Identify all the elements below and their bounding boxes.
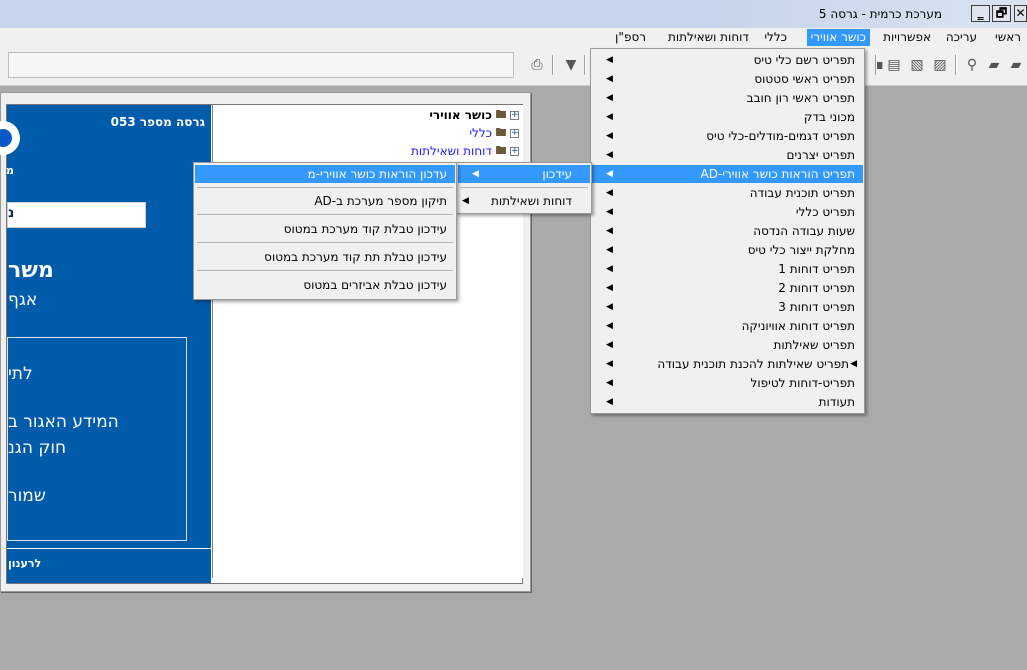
print-icon[interactable]: ⎙ <box>526 54 548 76</box>
logo-text: מ <box>6 164 14 177</box>
menu-item-hobby-pilot[interactable]: תפריט ראשי רון חובב ◀ <box>592 89 863 107</box>
submenu-arrow-icon: ◀ <box>606 245 613 255</box>
notice-line: לתי <box>8 364 33 384</box>
close-button[interactable]: ✕ <box>1014 5 1027 22</box>
menu-item-ad[interactable]: תפריט הוראות כושר אווירי-AD ◀ <box>592 165 863 183</box>
submenu-arrow-icon: ◀ <box>606 340 613 350</box>
restore-button[interactable]: 🗗 <box>992 5 1011 22</box>
menu-item-reports-2[interactable]: תפריט דוחות 2 ◀ <box>592 279 863 297</box>
minimize-button[interactable]: ‗ <box>971 5 990 22</box>
open-folder-icon[interactable]: ▰ <box>983 54 1005 76</box>
submenu-arrow-icon: ◀ <box>606 169 613 179</box>
submenu-arrow-icon: ◀ <box>606 264 613 274</box>
menu-item-test-institutes[interactable]: מכוני בדק ◀ <box>592 108 863 126</box>
folder-icon: 🖿 <box>495 108 507 121</box>
menu-item-production[interactable]: מחלקת ייצור כלי טיס ◀ <box>592 241 863 259</box>
submenu-arrow-icon: ◀ <box>606 74 613 84</box>
menu-separator <box>197 214 453 215</box>
submenu-arrow-icon: ◀ <box>606 302 613 312</box>
org-name-text: נ <box>8 205 15 221</box>
submenu-arrow-icon: ◀ <box>606 150 613 160</box>
submenu-item-subsystem-code-table[interactable]: עידכון טבלת תת קוד מערכת במטוס <box>195 248 455 266</box>
menu-separator <box>197 242 453 243</box>
toolbar-separator <box>955 55 957 75</box>
version-label: גרסה מספר 053 <box>110 115 205 129</box>
tree-item-general[interactable]: כללי <box>469 125 492 141</box>
filter-icon[interactable]: ▼ <box>560 54 582 76</box>
menu-reports-queries[interactable]: דוחות ושאילתות <box>664 29 753 46</box>
submenu-arrow-icon: ◀ <box>606 207 613 217</box>
menu-item-certificates[interactable]: תעודות ◀ <box>592 393 863 411</box>
menu-item-avionics-reports[interactable]: תפריט דוחות אוויוניקה ◀ <box>592 317 863 335</box>
notice-line: חוק הגנ <box>8 438 67 458</box>
menu-airworthiness[interactable]: כושר אווירי <box>806 29 870 46</box>
menu-bar <box>0 28 1027 47</box>
ministry-subtitle: אגף <box>8 290 38 310</box>
folder-icon: 🖿 <box>495 144 507 157</box>
org-name-box <box>7 202 146 228</box>
menu-item-models[interactable]: תפריט דגמים-מודלים-כלי טיס ◀ <box>592 127 863 145</box>
menu-separator <box>197 270 453 271</box>
toolbar-field <box>8 52 514 78</box>
tree-item-airworthiness[interactable]: כושר אווירי <box>429 107 492 123</box>
folder-icon: 🖿 <box>495 126 507 139</box>
submenu-arrow-icon: ◀ <box>462 196 469 206</box>
folder-icon[interactable]: ▰ <box>1005 54 1027 76</box>
submenu-item-system-code-table[interactable]: עידכון טבלת קוד מערכת במטוס <box>195 220 455 238</box>
menu-item-status[interactable]: תפריט ראשי סטטוס ◀ <box>592 70 863 88</box>
menu-edit[interactable]: עריכה <box>942 29 981 46</box>
submenu-arrow-icon: ◀ <box>472 169 479 179</box>
window-title: מערכת כרמית - גרסה 5 <box>818 7 942 21</box>
menu-options[interactable]: אפשרויות <box>879 29 935 46</box>
expand-icon[interactable]: + <box>510 147 519 156</box>
submenu-item-fix-system-number[interactable]: תיקון מספר מערכת ב-AD <box>195 192 455 210</box>
toolbar-separator <box>584 55 586 75</box>
submenu-arrow-icon: ◀ <box>606 112 613 122</box>
refresh-footer[interactable]: לרענון <box>8 557 41 570</box>
menu-item-engineering-hours[interactable]: שעות עבודה הנדסה ◀ <box>592 222 863 240</box>
submenu-arrow-icon: ◀ <box>606 283 613 293</box>
menu-item-reports-3[interactable]: תפריט דוחות 3 ◀ <box>592 298 863 316</box>
menu-item-manufacturers[interactable]: תפריט יצרנים ◀ <box>592 146 863 164</box>
menu-general[interactable]: כללי <box>760 29 791 46</box>
menu-item-reports-for-handling[interactable]: תפריט-דוחות לטיפול ◀ <box>592 374 863 392</box>
document-icon[interactable]: ▨ <box>929 54 951 76</box>
expand-icon[interactable]: + <box>510 111 519 120</box>
menu-item-general[interactable]: תפריט כללי ◀ <box>592 203 863 221</box>
submenu-item-accessories-table[interactable]: עידכון טבלת אביזרים במטוס <box>195 276 455 294</box>
submenu-arrow-icon: ◀ <box>850 359 857 369</box>
menu-item-queries[interactable]: תפריט שאילתות ◀ <box>592 336 863 354</box>
toolbar-separator <box>875 55 877 75</box>
menu-resp[interactable]: רספ"ן <box>611 29 650 46</box>
toolbar-separator <box>552 55 554 75</box>
submenu-arrow-icon: ◀ <box>606 55 613 65</box>
save-icon[interactable]: ▤ <box>883 54 905 76</box>
submenu-arrow-icon: ◀ <box>606 359 613 369</box>
menu-main[interactable]: ראשי <box>991 29 1025 46</box>
menu-item-work-plan[interactable]: תפריט תוכנית עבודה ◀ <box>592 184 863 202</box>
ministry-title: משר <box>8 258 54 283</box>
submenu-arrow-icon: ◀ <box>606 93 613 103</box>
export-icon[interactable]: ▧ <box>906 54 928 76</box>
notice-line: שמור <box>8 486 46 506</box>
menu-item-aircraft-registry[interactable]: תפריט רשם כלי טיס ◀ <box>592 51 863 69</box>
submenu-item-update[interactable]: עידכון ◀ <box>458 165 590 183</box>
menu-separator <box>460 187 588 188</box>
submenu-item-reports-queries[interactable]: דוחות ושאילתות ◀ <box>458 192 590 210</box>
footer-divider <box>7 548 211 549</box>
menu-separator <box>197 187 453 188</box>
submenu-item-update-ad[interactable]: עדכון הוראות כושר אווירי-מ <box>195 165 455 183</box>
submenu-arrow-icon: ◀ <box>606 226 613 236</box>
submenu-arrow-icon: ◀ <box>606 188 613 198</box>
submenu-arrow-icon: ◀ <box>606 378 613 388</box>
menu-item-work-plan-queries[interactable]: תפריט שאילתות להכנת תוכנית עבודה ◀ ◀ <box>592 355 863 373</box>
binoculars-icon[interactable]: ⚲ <box>961 54 983 76</box>
submenu-arrow-icon: ◀ <box>606 397 613 407</box>
submenu-arrow-icon: ◀ <box>606 131 613 141</box>
tree-item-reports[interactable]: דוחות ושאילתות <box>411 143 492 159</box>
notice-line: המידע האגור ב <box>8 412 119 432</box>
expand-icon[interactable]: + <box>510 129 519 138</box>
menu-item-reports-1[interactable]: תפריט דוחות 1 ◀ <box>592 260 863 278</box>
submenu-arrow-icon: ◀ <box>606 321 613 331</box>
